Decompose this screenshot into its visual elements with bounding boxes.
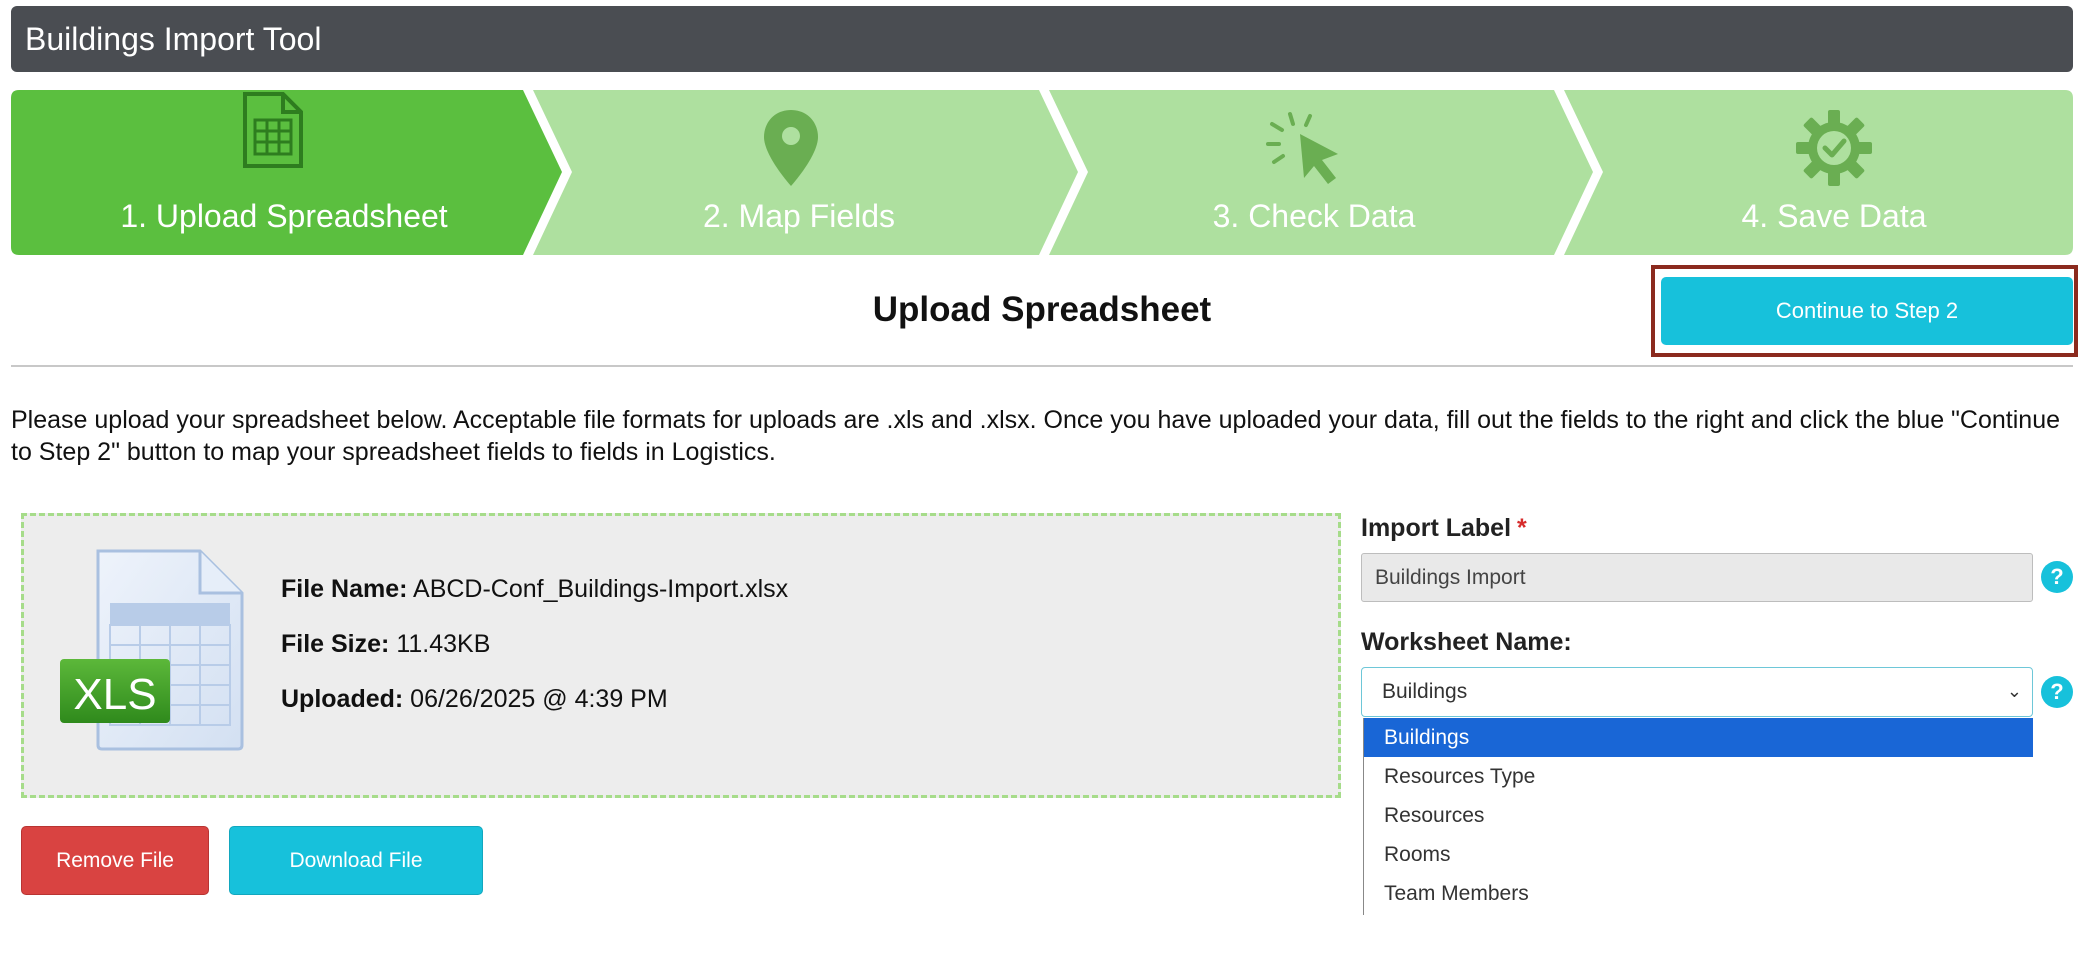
- import-label-help-icon[interactable]: ?: [2041, 561, 2073, 593]
- gear-check-icon: [1796, 110, 1872, 186]
- worksheet-name-label: Worksheet Name:: [1361, 628, 1572, 656]
- chevron-down-icon: ⌄: [2006, 681, 2022, 701]
- file-name-value: ABCD-Conf_Buildings-Import.xlsx: [413, 575, 789, 603]
- required-marker: *: [1517, 514, 1527, 542]
- uploaded-label: Uploaded:: [281, 685, 404, 713]
- worksheet-option-resources-type[interactable]: Resources Type: [1364, 757, 2033, 796]
- file-name-row: File Name: ABCD-Conf_Buildings-Import.xl…: [281, 575, 788, 604]
- worksheet-help-icon[interactable]: ?: [2041, 676, 2073, 708]
- page-title: Buildings Import Tool: [25, 21, 322, 57]
- uploaded-value: 06/26/2025 @ 4:39 PM: [410, 685, 668, 713]
- worksheet-select[interactable]: Buildings ⌄: [1361, 667, 2033, 717]
- import-label-heading: Import Label *: [1361, 514, 1527, 543]
- cursor-click-icon: [1266, 112, 1338, 184]
- worksheet-selected-value: Buildings: [1382, 680, 1468, 703]
- worksheet-option-resources[interactable]: Resources: [1364, 796, 2033, 835]
- worksheet-options-list: Buildings Resources Type Resources Rooms…: [1363, 718, 2033, 915]
- file-size-row: File Size: 11.43KB: [281, 630, 490, 659]
- worksheet-option-buildings[interactable]: Buildings: [1364, 718, 2033, 757]
- file-size-label: File Size:: [281, 630, 390, 658]
- worksheet-option-rooms[interactable]: Rooms: [1364, 835, 2033, 874]
- download-file-button[interactable]: Download File: [229, 826, 483, 895]
- spreadsheet-icon: [243, 92, 303, 168]
- step-2-label[interactable]: 2. Map Fields: [589, 198, 1009, 235]
- remove-file-button[interactable]: Remove File: [21, 826, 209, 895]
- continue-to-step-2-button[interactable]: Continue to Step 2: [1661, 277, 2073, 345]
- step-4-label[interactable]: 4. Save Data: [1624, 198, 2044, 235]
- file-size-value: 11.43KB: [396, 630, 491, 658]
- xls-icon-label: XLS: [73, 670, 157, 719]
- import-label-input[interactable]: [1361, 553, 2033, 602]
- map-pin-icon: [764, 110, 818, 186]
- wizard-stepper: 1. Upload Spreadsheet 2. Map Fields 3. C…: [11, 90, 2073, 255]
- uploaded-row: Uploaded: 06/26/2025 @ 4:39 PM: [281, 685, 668, 714]
- instructions-text: Please upload your spreadsheet below. Ac…: [11, 406, 2060, 466]
- import-label-text: Import Label: [1361, 514, 1512, 542]
- section-divider: [11, 365, 2073, 367]
- file-name-label: File Name:: [281, 575, 408, 603]
- step-3-label[interactable]: 3. Check Data: [1104, 198, 1524, 235]
- step-1-label[interactable]: 1. Upload Spreadsheet: [74, 198, 494, 235]
- worksheet-option-team-members[interactable]: Team Members: [1364, 874, 2033, 913]
- app-header: Buildings Import Tool: [11, 6, 2073, 72]
